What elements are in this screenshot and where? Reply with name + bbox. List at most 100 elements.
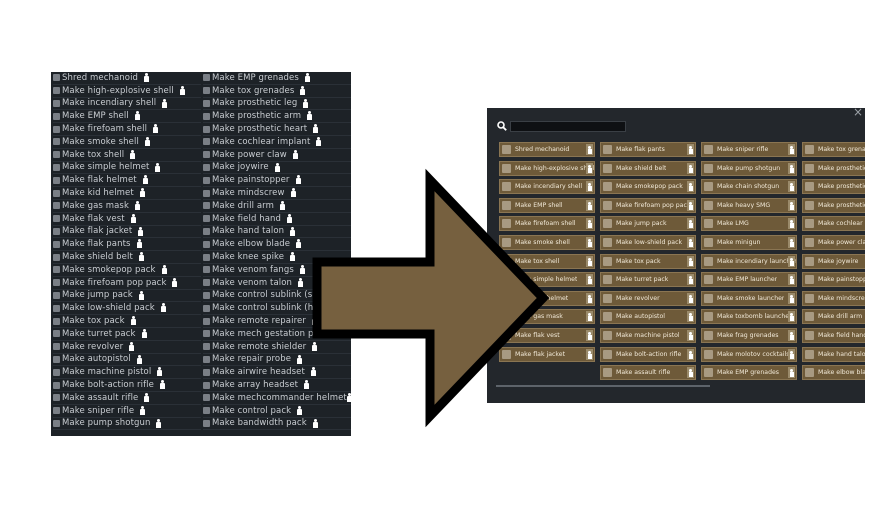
bill-list-item[interactable]: Make bandwidth pack <box>203 418 351 431</box>
bill-list-item[interactable]: Make control sublink (high) <box>203 302 351 316</box>
pawn-restriction-icon[interactable] <box>788 311 795 323</box>
bill-tile[interactable]: Make shield belt <box>600 160 696 176</box>
bill-tile[interactable]: Make high-explosive shell <box>499 160 595 176</box>
bill-list-item[interactable]: Make sniper rifle <box>53 405 201 418</box>
bill-list-item[interactable]: Make prosthetic heart <box>203 123 351 136</box>
pawn-restriction-icon[interactable] <box>586 348 593 360</box>
bill-list-item[interactable]: Make bolt-action rifle <box>53 379 201 392</box>
pawn-restriction-icon[interactable] <box>180 85 185 95</box>
bill-list-item[interactable]: Make smoke shell <box>53 136 201 149</box>
bill-list-item[interactable]: Make tox grenades <box>203 85 351 98</box>
pawn-restriction-icon[interactable] <box>316 136 321 146</box>
close-button[interactable]: × <box>853 108 863 118</box>
bill-list-item[interactable]: Make cochlear implant <box>203 136 351 149</box>
pawn-restriction-icon[interactable] <box>138 226 143 236</box>
bill-tile[interactable]: Make frag grenades <box>701 328 797 343</box>
bill-tile[interactable]: Make assault rifle <box>600 365 696 381</box>
pawn-restriction-icon[interactable] <box>338 328 343 338</box>
pawn-restriction-icon[interactable] <box>687 367 694 379</box>
pawn-restriction-icon[interactable] <box>687 348 694 360</box>
pawn-restriction-icon[interactable] <box>137 239 142 249</box>
pawn-restriction-icon[interactable] <box>296 239 301 249</box>
bill-tile[interactable]: Make simple helmet <box>499 272 595 288</box>
bill-list-item[interactable]: Make tox shell <box>53 149 201 162</box>
pawn-restriction-icon[interactable] <box>586 218 593 230</box>
bill-tile[interactable]: Make prosthetic heart <box>802 197 865 213</box>
bill-list-item[interactable]: Make mindscrew <box>203 187 351 200</box>
pawn-restriction-icon[interactable] <box>140 405 145 415</box>
pawn-restriction-icon[interactable] <box>586 330 593 341</box>
pawn-restriction-icon[interactable] <box>788 274 795 286</box>
bill-list-item[interactable]: Make kid helmet <box>53 187 201 200</box>
bill-tile[interactable]: Make field hand <box>802 328 865 343</box>
pawn-restriction-icon[interactable] <box>687 144 694 155</box>
search-input[interactable] <box>510 120 626 132</box>
bill-list-item[interactable]: Make prosthetic arm <box>203 110 351 124</box>
pawn-restriction-icon[interactable] <box>586 144 593 155</box>
bill-list-item[interactable]: Shred mechanoid <box>53 72 201 85</box>
bill-tile[interactable]: Make sniper rifle <box>701 142 797 157</box>
pawn-restriction-icon[interactable] <box>300 264 305 274</box>
pawn-restriction-icon[interactable] <box>788 367 795 379</box>
pawn-restriction-icon[interactable] <box>788 348 795 360</box>
pawn-restriction-icon[interactable] <box>788 218 795 230</box>
bill-list-item[interactable]: Make tox pack <box>53 315 201 328</box>
pawn-restriction-icon[interactable] <box>156 418 161 428</box>
bill-tile[interactable]: Make machine pistol <box>600 328 696 343</box>
pawn-restriction-icon[interactable] <box>280 200 285 210</box>
bill-list-item[interactable]: Make venom fangs <box>203 264 351 277</box>
pawn-restriction-icon[interactable] <box>687 162 694 174</box>
bill-list-item[interactable]: Make control pack <box>203 405 351 418</box>
pawn-restriction-icon[interactable] <box>586 181 593 193</box>
bill-tile[interactable]: Make prosthetic leg <box>802 160 865 176</box>
pawn-restriction-icon[interactable] <box>139 252 144 262</box>
bill-tile[interactable]: Make EMP grenades <box>701 365 797 381</box>
bill-tile[interactable]: Make elbow blade <box>802 365 865 381</box>
pawn-restriction-icon[interactable] <box>586 255 593 267</box>
bill-tile[interactable]: Make molotov cocktails <box>701 346 797 362</box>
pawn-restriction-icon[interactable] <box>586 199 593 211</box>
bill-tile[interactable]: Make bolt-action rifle <box>600 346 696 362</box>
pawn-restriction-icon[interactable] <box>586 292 593 304</box>
pawn-restriction-icon[interactable] <box>137 354 142 364</box>
pawn-restriction-icon[interactable] <box>172 277 177 287</box>
bill-tile[interactable]: Make cochlear implant <box>802 216 865 232</box>
pawn-restriction-icon[interactable] <box>296 175 301 185</box>
bill-list-item[interactable]: Make low-shield pack <box>53 302 201 316</box>
bill-list-item[interactable]: Make field hand <box>203 213 351 226</box>
bill-list-item[interactable]: Make autopistol <box>53 354 201 367</box>
pawn-restriction-icon[interactable] <box>305 73 310 82</box>
bill-list-item[interactable]: Make smokepop pack <box>53 264 201 277</box>
bill-list-item[interactable]: Make assault rifle <box>53 392 201 405</box>
bill-tile[interactable]: Make firefoam pop pack <box>600 197 696 213</box>
pawn-restriction-icon[interactable] <box>129 341 134 351</box>
bill-tile[interactable]: Make painstopper <box>802 272 865 288</box>
bill-tile[interactable]: Make heavy SMG <box>701 197 797 213</box>
pawn-restriction-icon[interactable] <box>788 237 795 248</box>
pawn-restriction-icon[interactable] <box>788 255 795 267</box>
pawn-restriction-icon[interactable] <box>275 162 280 172</box>
pawn-restriction-icon[interactable] <box>586 162 593 174</box>
bill-list-item[interactable]: Make array headset <box>203 379 351 392</box>
bill-list-item[interactable]: Make jump pack <box>53 290 201 303</box>
pawn-restriction-icon[interactable] <box>788 144 795 155</box>
bill-list-item[interactable]: Make gas mask <box>53 200 201 213</box>
bill-list-item[interactable]: Make high-explosive shell <box>53 85 201 98</box>
pawn-restriction-icon[interactable] <box>687 330 694 341</box>
bill-list-item[interactable]: Make flak vest <box>53 213 201 226</box>
bill-tile[interactable]: Make flak jacket <box>499 346 595 362</box>
pawn-restriction-icon[interactable] <box>313 418 318 428</box>
pawn-restriction-icon[interactable] <box>144 73 149 82</box>
bill-tile[interactable]: Make LMG <box>701 216 797 232</box>
bill-tile[interactable]: Shred mechanoid <box>499 142 595 157</box>
pawn-restriction-icon[interactable] <box>338 290 343 300</box>
bill-list-item[interactable]: Make remote shielder <box>203 341 351 354</box>
pawn-restriction-icon[interactable] <box>347 392 351 402</box>
bill-list-item[interactable]: Make turret pack <box>53 328 201 341</box>
bill-tile[interactable]: Make chain shotgun <box>701 179 797 195</box>
bill-tile[interactable]: Make incendiary launcher <box>701 253 797 269</box>
bill-tile[interactable]: Make gas mask <box>499 309 595 325</box>
pawn-restriction-icon[interactable] <box>135 111 140 121</box>
bill-list-item[interactable]: Make EMP grenades <box>203 72 351 85</box>
pawn-restriction-icon[interactable] <box>687 274 694 286</box>
